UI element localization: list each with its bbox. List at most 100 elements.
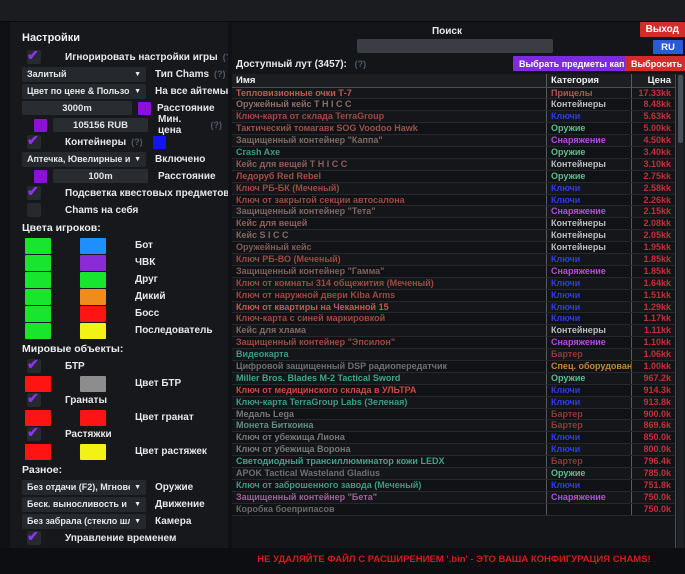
loot-table-row[interactable]: Тепловизионные очки Т-7 Прицелы 17.33kk <box>232 88 675 100</box>
loot-table-row[interactable]: Кейс S I C C Контейнеры 2.05kk <box>232 230 675 242</box>
ignore-game-label: Игнорировать настройки игры <box>65 52 218 63</box>
loot-table-row[interactable]: Кейс для хлама Контейнеры 1.11kk <box>232 325 675 337</box>
loot-table-row[interactable]: Ключ РБ-БК (Меченый) Ключи 2.58kk <box>232 183 675 195</box>
exit-button[interactable]: Выход <box>640 22 685 37</box>
loot-table-row[interactable]: Ключ от убежища Лиона Ключи 850.0k <box>232 432 675 444</box>
camera-select[interactable]: Без забрала (стекло шлема) ▼ <box>22 514 146 529</box>
loot-table-row[interactable]: APOK Tactical Wasteland Gladius Оружие 7… <box>232 468 675 480</box>
loot-table-row[interactable]: Видеокарта Бартер 1.06kk <box>232 349 675 361</box>
loot-table-row[interactable]: Тактический томагавк SOG Voodoo Hawk Ору… <box>232 123 675 135</box>
loot-table-row[interactable]: Ключ-карта с синей маркировкой Ключи 1.1… <box>232 313 675 325</box>
item-category: Оружие <box>546 171 631 182</box>
loot-table-row[interactable]: Ключ РБ-ВО (Меченый) Ключи 1.85kk <box>232 254 675 266</box>
grenade-color-swatch[interactable] <box>80 410 106 426</box>
loot-table-row[interactable]: Светодиодный трансиллюминатор кожи LEDX … <box>232 456 675 468</box>
loot-table-row[interactable]: Кейс для вещей Контейнеры 2.08kk <box>232 218 675 230</box>
visible-color-swatch[interactable] <box>25 306 51 322</box>
container-filter-select[interactable]: Аптечка, Ювелирные и... ▼ <box>22 152 146 167</box>
loot-table-header: Имя Категория Цена <box>232 74 675 88</box>
loot-table-row[interactable]: Защищенный контейнер "Гамма" Снаряжение … <box>232 266 675 278</box>
loot-table-row[interactable]: Ключ-карта TerraGroup Labs (Зеленая) Клю… <box>232 397 675 409</box>
visible-color-swatch[interactable] <box>25 289 51 305</box>
loot-table-row[interactable]: Ключ от закрытой секции автосалона Ключи… <box>232 195 675 207</box>
btr-label: БТР <box>65 361 85 372</box>
player-type-color-swatch[interactable] <box>80 323 106 339</box>
loot-table-row[interactable]: Оружейный кейс T H I C C Контейнеры 8.48… <box>232 99 675 111</box>
movement-select[interactable]: Беск. выносливость и нет уста: ▼ <box>22 497 146 512</box>
visible-color-swatch[interactable] <box>25 444 51 460</box>
item-name: Кейс для вещей <box>232 218 546 229</box>
player-type-color-swatch[interactable] <box>80 289 106 305</box>
item-name: Защищенный контейнер "Каппа" <box>232 135 546 146</box>
item-name: Ключ от убежища Лиона <box>232 432 546 443</box>
grenades-checkbox[interactable]: ✔ <box>27 393 41 407</box>
player-type-color-swatch[interactable] <box>80 272 106 288</box>
scrollbar-thumb[interactable] <box>678 75 683 143</box>
loot-table-row[interactable]: Ключ от убежища Ворона Ключи 800.0k <box>232 444 675 456</box>
containers-color-swatch[interactable] <box>153 136 166 149</box>
visible-color-swatch[interactable] <box>25 272 51 288</box>
loot-table-row[interactable]: Ключ от комнаты 314 общежития (Меченый) … <box>232 278 675 290</box>
tripwires-checkbox[interactable]: ✔ <box>27 427 41 441</box>
min-price-input[interactable] <box>53 118 148 132</box>
loot-table-row[interactable]: Кейс для вещей T H I C C Контейнеры 3.10… <box>232 159 675 171</box>
chams-self-checkbox[interactable]: ✔ <box>27 203 41 217</box>
loot-table-row[interactable]: Защищенный контейнер "Эпсилон" Снаряжени… <box>232 337 675 349</box>
table-scrollbar[interactable] <box>677 74 684 549</box>
quest-highlight-label: Подсветка квестовых предметов <box>65 188 228 199</box>
quest-highlight-checkbox[interactable]: ✔ <box>27 186 41 200</box>
container-distance-color-swatch[interactable] <box>34 170 47 183</box>
loot-table-row[interactable]: Медаль Lega Бартер 900.0k <box>232 409 675 421</box>
item-price: 1.29kk <box>631 302 675 313</box>
item-price: 1.10kk <box>631 337 675 348</box>
loot-table-row[interactable]: Miller Bros. Blades M-2 Tactical Sword О… <box>232 373 675 385</box>
tripwire-color-swatch[interactable] <box>80 444 106 460</box>
item-name: Miller Bros. Blades M-2 Tactical Sword <box>232 373 546 384</box>
language-button[interactable]: RU <box>653 40 683 54</box>
weapon-select[interactable]: Без отдачи (F2), Мгновенное п ▼ <box>22 480 146 495</box>
loot-table-row[interactable]: Ключ от наружной двери Kiba Arms Ключи 1… <box>232 290 675 302</box>
loot-table-row[interactable]: Ледоруб Red Rebel Оружие 2.75kk <box>232 171 675 183</box>
tripwire-color-label: Цвет растяжек <box>135 446 207 457</box>
loot-table-row[interactable]: Оружейный кейс Контейнеры 1.95kk <box>232 242 675 254</box>
loot-table-row[interactable]: Коробка боеприпасов 750.0k <box>232 504 675 516</box>
container-distance-input[interactable] <box>53 169 148 183</box>
ignore-game-checkbox[interactable]: ✔ <box>27 50 41 64</box>
loot-table-row[interactable]: Ключ от квартиры на Чеканной 15 Ключи 1.… <box>232 302 675 314</box>
player-type-color-swatch[interactable] <box>80 238 106 254</box>
help-icon: (?) <box>223 52 228 62</box>
distance-color-swatch[interactable] <box>138 102 151 115</box>
item-category: Бартер <box>546 349 631 360</box>
item-category: Ключи <box>546 385 631 396</box>
select-kappa-items-button[interactable]: Выбрать предметы каппа <box>513 56 641 71</box>
loot-table-row[interactable]: Защищенный контейнер "Каппа" Снаряжение … <box>232 135 675 147</box>
btr-checkbox[interactable]: ✔ <box>27 359 41 373</box>
btr-color-swatch[interactable] <box>80 376 106 392</box>
container-distance-label: Расстояние <box>158 171 216 182</box>
loot-table-row[interactable]: Монета Биткоина Бартер 869.6k <box>232 420 675 432</box>
loot-table-row[interactable]: Цифровой защищенный DSP радиопередатчик … <box>232 361 675 373</box>
min-price-color-swatch[interactable] <box>34 119 47 132</box>
chams-type-select[interactable]: Залитый ▼ <box>22 67 146 82</box>
loot-table-row[interactable]: Crash Axe Оружие 3.40kk <box>232 147 675 159</box>
search-input[interactable] <box>357 39 553 53</box>
drop-all-button[interactable]: Выбросить все <box>625 56 685 71</box>
item-category: Ключи <box>546 480 631 491</box>
containers-checkbox[interactable]: ✔ <box>27 135 41 149</box>
visible-color-swatch[interactable] <box>25 238 51 254</box>
loot-table-row[interactable]: Защищенный контейнер "Тета" Снаряжение 2… <box>232 206 675 218</box>
loot-table-row[interactable]: Ключ от заброшенного завода (Меченый) Кл… <box>232 480 675 492</box>
player-type-color-swatch[interactable] <box>80 306 106 322</box>
distance-input[interactable] <box>22 101 132 115</box>
player-type-color-swatch[interactable] <box>80 255 106 271</box>
loot-table-row[interactable]: Защищенный контейнер "Бета" Снаряжение 7… <box>232 492 675 504</box>
visible-color-swatch[interactable] <box>25 255 51 271</box>
time-control-checkbox[interactable]: ✔ <box>27 531 41 545</box>
chevron-down-icon: ▼ <box>134 484 141 491</box>
loot-table-row[interactable]: Ключ от медицинского склада в УЛЬТРА Клю… <box>232 385 675 397</box>
visible-color-swatch[interactable] <box>25 323 51 339</box>
chams-self-label: Chams на себя <box>65 205 138 216</box>
loot-table-row[interactable]: Ключ-карта от склада TerraGroup Ключи 5.… <box>232 111 675 123</box>
color-mode-select[interactable]: Цвет по цене & Пользователь ▼ <box>22 84 146 99</box>
settings-title: Настройки <box>22 32 228 44</box>
